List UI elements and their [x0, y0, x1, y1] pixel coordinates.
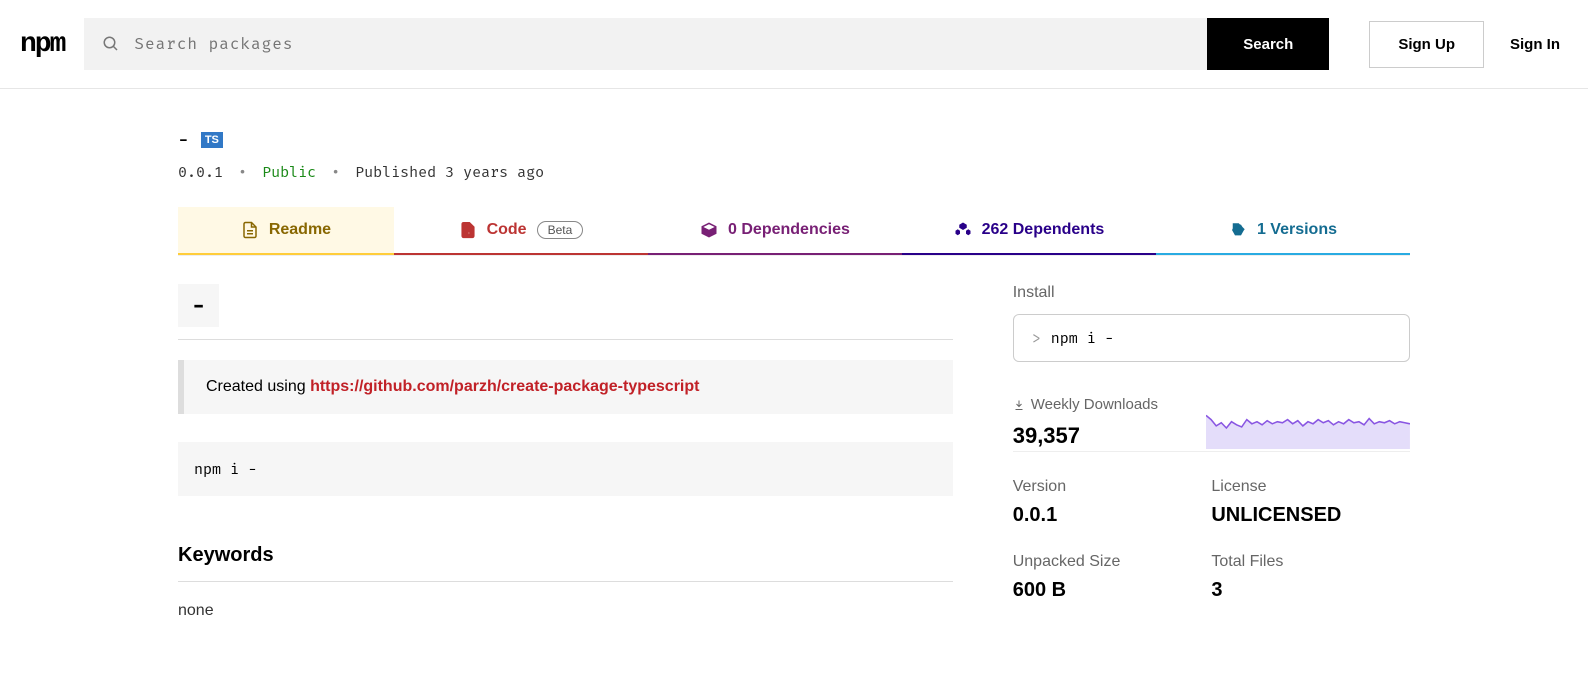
search-input-wrap: [84, 18, 1207, 70]
sidebar-column: Install > npm i - Weekly Downloads 39,35…: [1013, 284, 1410, 620]
meta-grid: Version 0.0.1 License UNLICENSED Unpacke…: [1013, 478, 1410, 602]
package-visibility: Public: [262, 163, 316, 181]
downloads-label-text: Weekly Downloads: [1031, 396, 1158, 413]
box-icon: [700, 221, 718, 239]
downloads-row: Weekly Downloads 39,357: [1013, 396, 1410, 452]
tab-label: Readme: [269, 221, 331, 239]
downloads-text: Weekly Downloads 39,357: [1013, 396, 1186, 449]
package-meta: 0.0.1 • Public • Published 3 years ago: [178, 163, 1410, 181]
meta-value: 3: [1211, 579, 1410, 602]
downloads-sparkline: [1206, 407, 1410, 449]
install-label: Install: [1013, 284, 1410, 302]
beta-badge: Beta: [537, 221, 584, 239]
main-content: - TS 0.0.1 • Public • Published 3 years …: [178, 89, 1410, 620]
tab-label: 1 Versions: [1257, 221, 1337, 239]
search-button[interactable]: Search: [1207, 18, 1329, 70]
download-icon: [1013, 399, 1025, 411]
install-prompt: >: [1032, 329, 1041, 347]
boxes-icon: [954, 221, 972, 239]
tab-dependencies[interactable]: 0 Dependencies: [648, 207, 902, 255]
downloads-count: 39,357: [1013, 423, 1186, 449]
readme-title: -: [178, 284, 219, 327]
meta-label: Unpacked Size: [1013, 553, 1212, 571]
tab-label: 0 Dependencies: [728, 221, 850, 239]
created-using-text: Created using: [206, 378, 310, 395]
tab-dependents[interactable]: 262 Dependents: [902, 207, 1156, 255]
package-header: - TS 0.0.1 • Public • Published 3 years …: [178, 129, 1410, 181]
meta-unpacked-size: Unpacked Size 600 B: [1013, 553, 1212, 602]
signin-link[interactable]: Sign In: [1502, 36, 1568, 53]
content-row: - Created using https://github.com/parzh…: [178, 284, 1410, 620]
meta-license: License UNLICENSED: [1211, 478, 1410, 527]
meta-label: Total Files: [1211, 553, 1410, 571]
meta-separator: •: [238, 163, 247, 181]
readme-column: - Created using https://github.com/parzh…: [178, 284, 953, 620]
code-icon: [459, 221, 477, 239]
meta-value: UNLICENSED: [1211, 504, 1410, 527]
meta-separator: •: [331, 163, 340, 181]
typescript-badge: TS: [201, 132, 223, 148]
signup-button[interactable]: Sign Up: [1369, 21, 1484, 68]
search-form: Search: [84, 18, 1329, 70]
readme-icon: [241, 221, 259, 239]
meta-value: 600 B: [1013, 579, 1212, 602]
search-input[interactable]: [134, 35, 1189, 54]
search-icon: [102, 35, 120, 53]
downloads-label: Weekly Downloads: [1013, 396, 1186, 413]
divider: [178, 339, 953, 340]
install-command: npm i -: [1051, 329, 1114, 347]
tabs: Readme Code Beta 0 Dependencies 262 Depe…: [178, 207, 1410, 256]
readme-code-block: npm i -: [178, 442, 953, 496]
meta-version: Version 0.0.1: [1013, 478, 1212, 527]
divider: [178, 581, 953, 582]
auth-buttons: Sign Up Sign In: [1369, 21, 1568, 68]
tab-label: 262 Dependents: [982, 221, 1105, 239]
meta-label: Version: [1013, 478, 1212, 496]
package-title-row: - TS: [178, 129, 1410, 151]
tab-versions[interactable]: 1 Versions: [1156, 207, 1410, 255]
keywords-heading: Keywords: [178, 544, 953, 567]
keywords-none: none: [178, 602, 953, 620]
package-version: 0.0.1: [178, 163, 223, 181]
package-name: -: [178, 129, 189, 151]
created-using-link[interactable]: https://github.com/parzh/create-package-…: [310, 378, 699, 395]
meta-label: License: [1211, 478, 1410, 496]
package-published: Published 3 years ago: [355, 163, 544, 181]
tab-code[interactable]: Code Beta: [394, 207, 648, 255]
tags-icon: [1229, 221, 1247, 239]
readme-quote: Created using https://github.com/parzh/c…: [178, 360, 953, 414]
tab-label: Code: [487, 221, 527, 239]
tab-readme[interactable]: Readme: [178, 207, 394, 255]
npm-logo[interactable]: npm: [20, 29, 64, 60]
meta-value: 0.0.1: [1013, 504, 1212, 527]
site-header: npm Search Sign Up Sign In: [0, 0, 1588, 89]
meta-total-files: Total Files 3: [1211, 553, 1410, 602]
install-command-box[interactable]: > npm i -: [1013, 314, 1410, 362]
